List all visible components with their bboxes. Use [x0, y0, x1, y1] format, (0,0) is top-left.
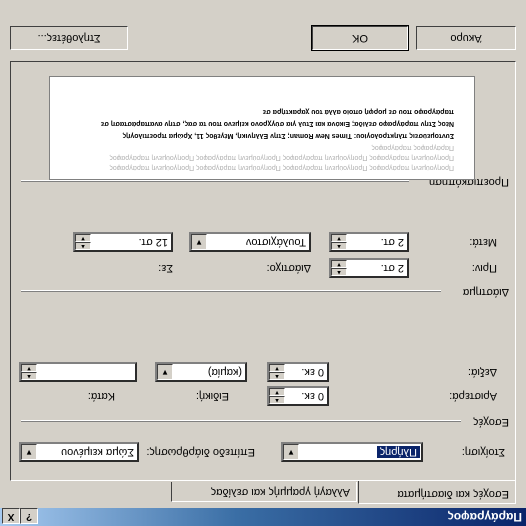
- spin-up-icon[interactable]: ▲: [21, 372, 37, 380]
- alignment-combo[interactable]: Πλήρης ▼: [281, 442, 423, 462]
- chevron-down-icon[interactable]: ▼: [283, 444, 299, 460]
- outline-value: Σώμα κειμένου: [61, 446, 134, 458]
- before-spinner[interactable]: 2 στ. ▲ ▼: [329, 258, 409, 278]
- chevron-down-icon[interactable]: ▼: [21, 444, 37, 460]
- by-label: Κατά:: [87, 390, 115, 402]
- special-indent-combo[interactable]: (καμία) ▼: [155, 362, 247, 382]
- outline-label: Επίπεδο διάρθρωσης:: [146, 446, 255, 458]
- tab-strip: Εσοχές και διαστήματα Αλλαγή γραμμής και…: [10, 480, 516, 504]
- spin-up-icon[interactable]: ▲: [269, 372, 285, 380]
- spin-down-icon[interactable]: ▼: [269, 364, 285, 372]
- close-button[interactable]: X: [2, 508, 20, 524]
- group-divider: [21, 290, 441, 292]
- tab-panel: Στοίχιση: Πλήρης ▼ Επίπεδο διάρθρωσης: Σ…: [10, 61, 516, 481]
- spin-down-icon[interactable]: ▼: [75, 234, 91, 242]
- spin-down-icon[interactable]: ▼: [331, 234, 347, 242]
- special-value: (καμία): [207, 366, 242, 378]
- tabs-button[interactable]: Στηλοθέτες...: [10, 26, 128, 50]
- group-divider: [21, 180, 409, 182]
- spin-down-icon[interactable]: ▼: [331, 260, 347, 268]
- preview-box: Προηγούμενη παράγραφος Προηγούμενη παράγ…: [49, 76, 475, 180]
- by-spinner[interactable]: ▲ ▼: [19, 362, 137, 382]
- before-value: 2 στ.: [380, 262, 404, 274]
- spin-up-icon[interactable]: ▲: [75, 242, 91, 250]
- indent-left-label: Αριστερά:: [449, 390, 497, 402]
- spin-down-icon[interactable]: ▼: [269, 388, 285, 396]
- spacing-group-label: Διάστημα: [462, 286, 509, 298]
- cancel-button[interactable]: Άκυρο: [416, 26, 516, 50]
- before-label: Πριν:: [471, 262, 497, 274]
- tab-line-page-breaks[interactable]: Αλλαγή γραμμής και σελίδας: [171, 482, 357, 502]
- indent-left-value: 0 εκ.: [301, 390, 324, 402]
- special-label: Ειδική:: [195, 390, 229, 402]
- preview-sample-line: παράγραφο που σε μορφή οποίο αλλά του χα…: [262, 108, 454, 115]
- spin-down-icon[interactable]: ▼: [21, 364, 37, 372]
- paragraph-dialog: Παράγραφος ? X Εσοχές και διαστήματα Αλλ…: [0, 0, 526, 526]
- alignment-label: Στοίχιση:: [461, 446, 505, 458]
- indent-right-value: 0 εκ.: [301, 366, 324, 378]
- tab-label: Αλλαγή γραμμής και σελίδας: [210, 486, 350, 498]
- ok-button[interactable]: OK: [311, 25, 409, 51]
- preview-ghost-line: Προηγούμενη παράγραφος Προηγούμενη παράγ…: [109, 154, 454, 161]
- indent-right-label: Δεξιά:: [467, 366, 497, 378]
- chevron-down-icon[interactable]: ▼: [191, 234, 207, 250]
- after-value: 2 στ.: [380, 236, 404, 248]
- line-spacing-label: Διάστιχο:: [266, 262, 311, 274]
- help-button[interactable]: ?: [20, 508, 38, 524]
- spin-up-icon[interactable]: ▲: [331, 268, 347, 276]
- at-value: 12 στ.: [138, 236, 168, 248]
- chevron-down-icon[interactable]: ▼: [157, 364, 173, 380]
- window-title: Παράγραφος: [447, 510, 522, 524]
- preview-ghost-line: Παράγραφος παράγραφος: [371, 144, 454, 151]
- alignment-value: Πλήρης: [376, 446, 420, 458]
- outline-level-combo[interactable]: Σώμα κειμένου ▼: [19, 442, 139, 462]
- indent-left-spinner[interactable]: 0 εκ. ▲ ▼: [267, 386, 329, 406]
- at-spinner[interactable]: 12 στ. ▲ ▼: [73, 232, 173, 252]
- line-spacing-value: Τουλάχιστον: [245, 236, 306, 248]
- title-bar[interactable]: Παράγραφος ? X: [0, 508, 526, 526]
- indentation-group-label: Εσοχές: [473, 416, 509, 428]
- after-spinner[interactable]: 2 στ. ▲ ▼: [329, 232, 409, 252]
- spin-up-icon[interactable]: ▲: [269, 396, 285, 404]
- group-divider: [21, 420, 461, 422]
- tab-label: Εσοχές και διαστήματα: [397, 488, 509, 500]
- preview-ghost-line: Προηγούμενη παράγραφος Προηγούμενη παράγ…: [109, 164, 454, 171]
- tab-indents-spacing[interactable]: Εσοχές και διαστήματα: [358, 481, 516, 504]
- preview-sample-line: Νέος Στην παράγραφο σελίδα; Εικόνα και Σ…: [100, 120, 454, 127]
- at-label: Σε:: [158, 262, 173, 274]
- preview-sample-line: Συντομεύσεις πληκτρολογίου: Times New Ro…: [122, 132, 454, 139]
- after-label: Μετά:: [469, 236, 497, 248]
- indent-right-spinner[interactable]: 0 εκ. ▲ ▼: [267, 362, 329, 382]
- spin-up-icon[interactable]: ▲: [331, 242, 347, 250]
- line-spacing-combo[interactable]: Τουλάχιστον ▼: [189, 232, 311, 252]
